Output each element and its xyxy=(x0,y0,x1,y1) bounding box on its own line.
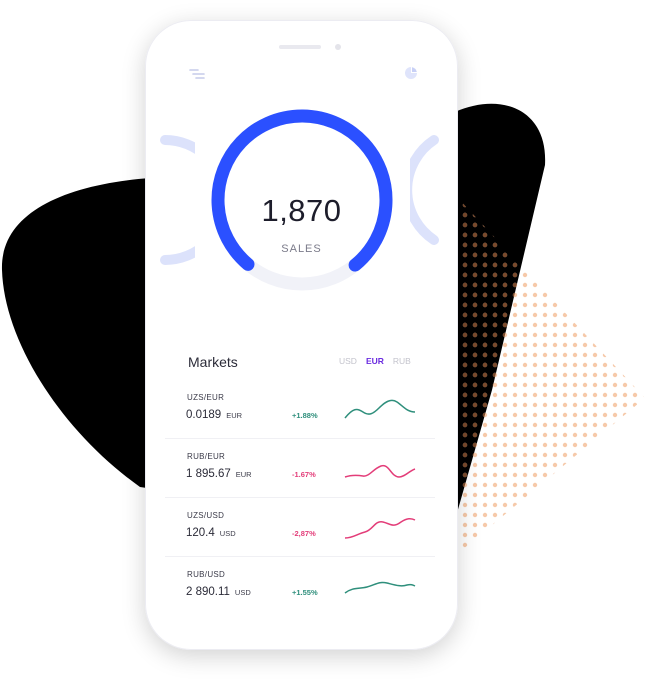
market-pair: RUB/EUR xyxy=(187,452,226,461)
market-pair: UZS/USD xyxy=(187,511,225,520)
promo-stage: 1,870 SALES Markets USD EUR RUB UZS/EUR … xyxy=(0,0,647,692)
phone-frame: 1,870 SALES Markets USD EUR RUB UZS/EUR … xyxy=(145,20,458,650)
market-pair: RUB/USD xyxy=(187,570,226,579)
pie-chart-icon[interactable] xyxy=(404,66,418,80)
market-unit: USD xyxy=(234,588,251,597)
market-change: -1.67% xyxy=(292,470,316,479)
sales-gauge: 1,870 SALES xyxy=(165,100,438,320)
sales-label: SALES xyxy=(281,243,322,255)
currency-tab-eur[interactable]: EUR xyxy=(366,356,384,366)
markets-title: Markets xyxy=(188,354,238,370)
currency-tabs: USD EUR RUB xyxy=(339,356,411,366)
market-price: 2 890.11 USD xyxy=(186,586,251,598)
markets-list: UZS/EUR 0.0189 EUR +1.88% RUB/EUR 1 895.6… xyxy=(165,380,435,615)
phone-speaker xyxy=(279,45,321,49)
sales-value: 1,870 xyxy=(261,193,342,228)
market-sparkline xyxy=(344,517,416,539)
market-row[interactable]: UZS/USD 120.4 USD -2,87% xyxy=(165,498,435,557)
currency-tab-usd[interactable]: USD xyxy=(339,356,357,366)
market-price: 0.0189 EUR xyxy=(186,409,243,421)
market-row[interactable]: RUB/USD 2 890.11 USD +1.55% xyxy=(165,557,435,615)
currency-tab-rub[interactable]: RUB xyxy=(393,356,411,366)
market-price: 1 895.67 EUR xyxy=(186,468,252,480)
market-row[interactable]: UZS/EUR 0.0189 EUR +1.88% xyxy=(165,380,435,439)
phone-camera xyxy=(335,44,341,50)
filter-lines-icon[interactable] xyxy=(189,68,205,80)
market-unit: USD xyxy=(219,529,236,538)
market-unit: EUR xyxy=(235,470,252,479)
market-change: -2,87% xyxy=(292,529,316,538)
market-change: +1.88% xyxy=(292,411,318,420)
market-price: 120.4 USD xyxy=(186,527,236,539)
market-sparkline xyxy=(344,399,416,419)
market-sparkline xyxy=(344,581,416,594)
market-row[interactable]: RUB/EUR 1 895.67 EUR -1.67% xyxy=(165,439,435,498)
market-change: +1.55% xyxy=(292,588,318,597)
market-pair: UZS/EUR xyxy=(187,393,225,402)
market-sparkline xyxy=(344,464,416,478)
market-unit: EUR xyxy=(226,411,243,420)
